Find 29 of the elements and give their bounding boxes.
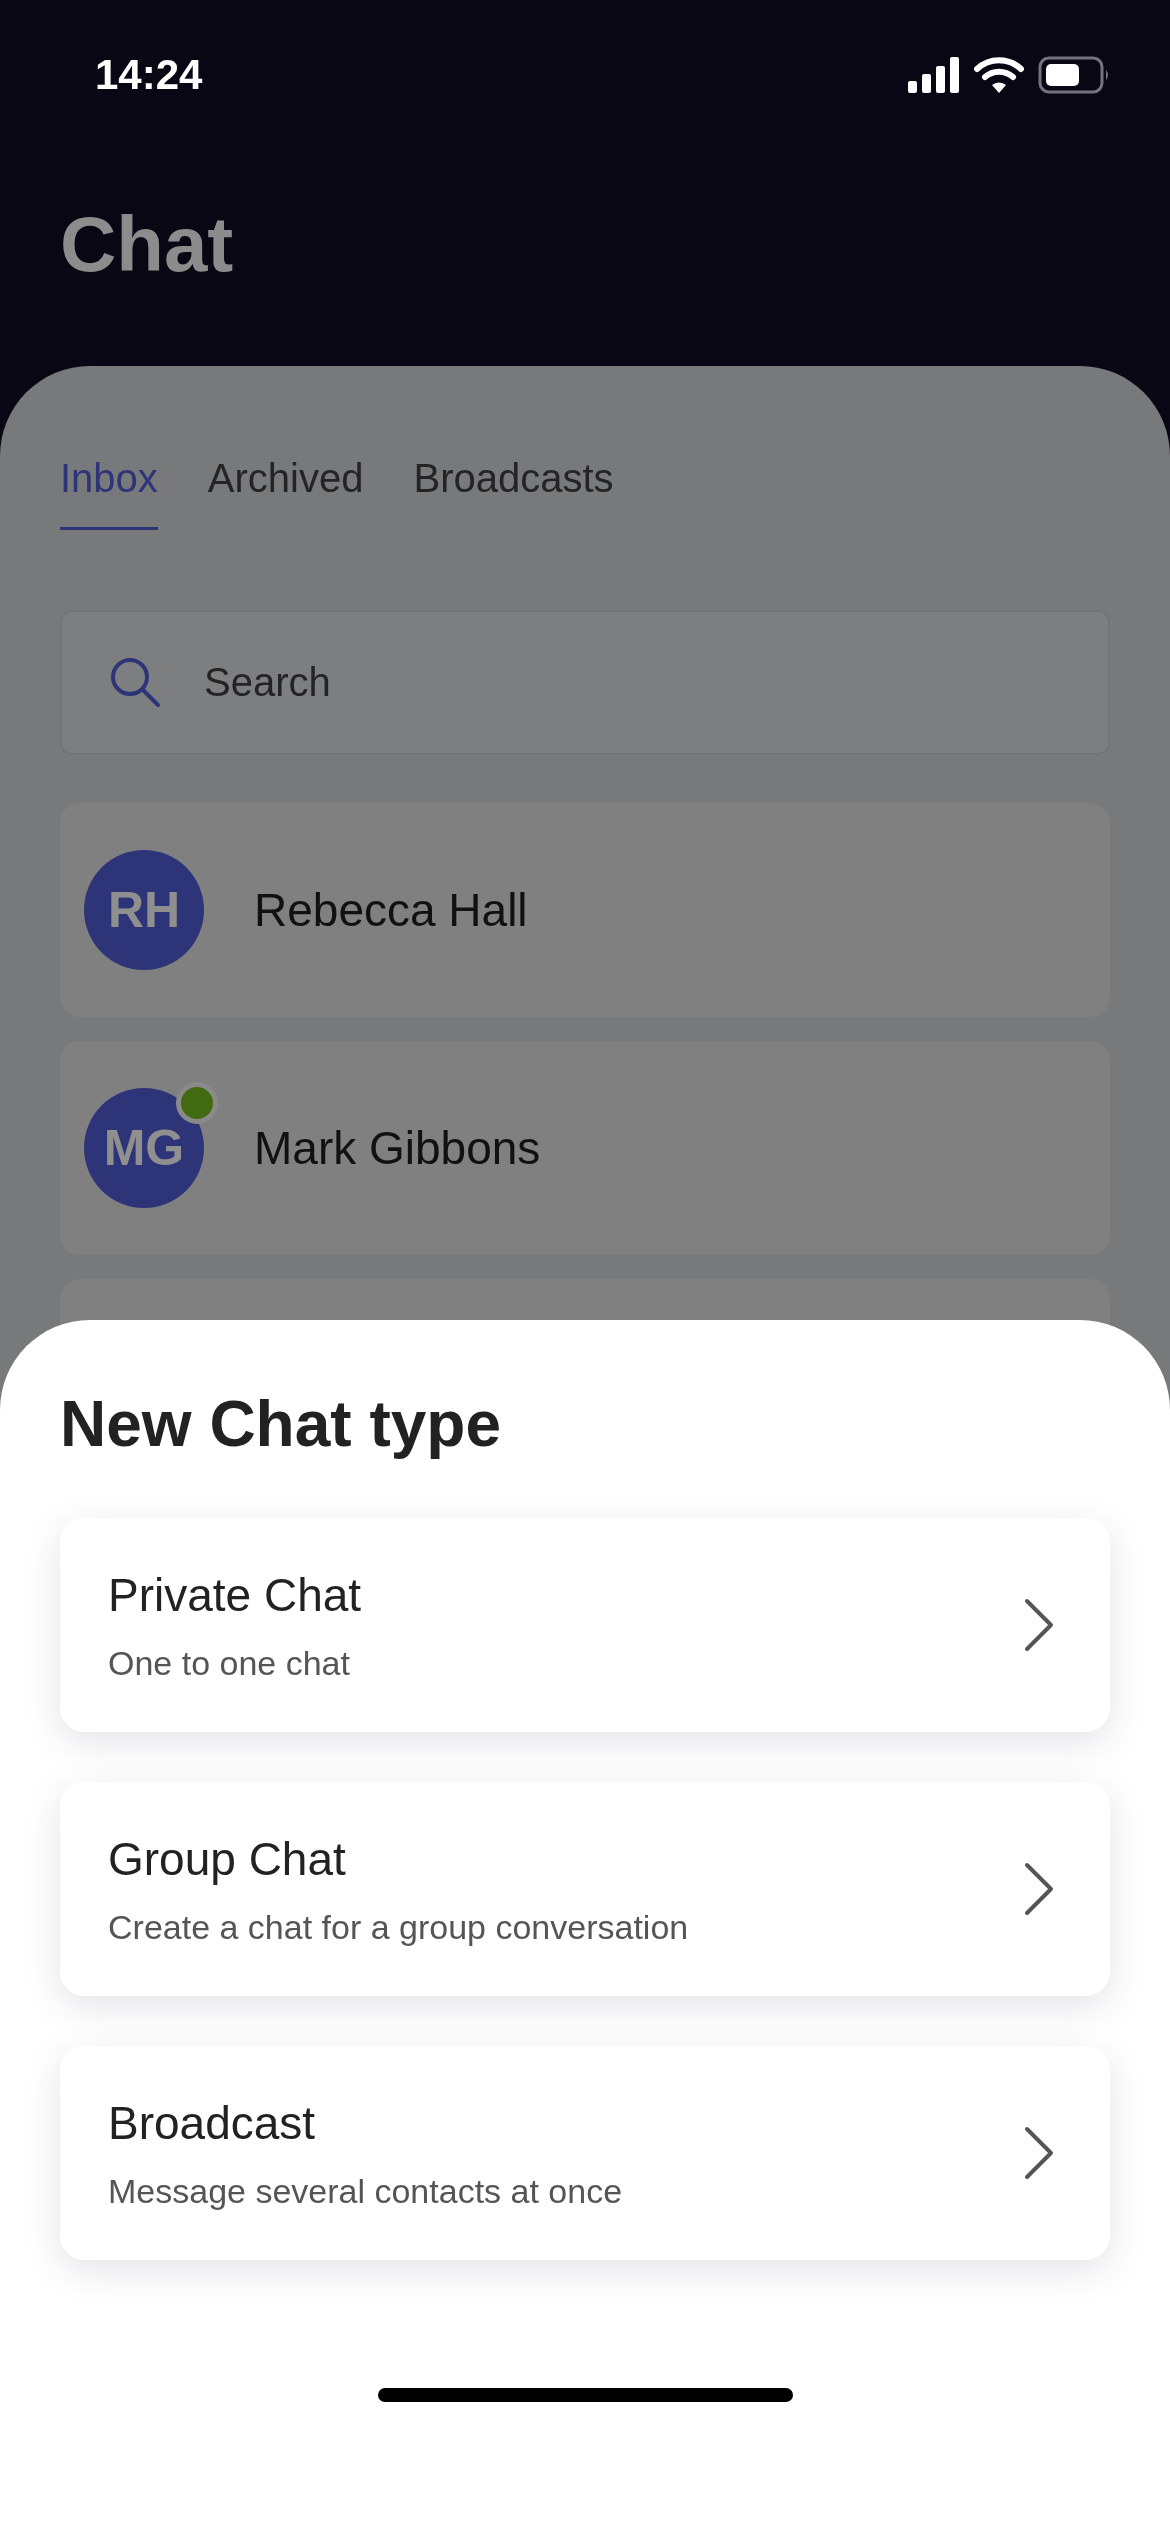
battery-icon bbox=[1038, 56, 1110, 94]
search-icon bbox=[108, 655, 162, 709]
option-title: Private Chat bbox=[108, 1567, 362, 1622]
option-title: Group Chat bbox=[108, 1831, 347, 1886]
chat-type-option[interactable]: Group Chat Create a chat for a group conversation bbox=[60, 1782, 1110, 1996]
option-subtitle: Message several contacts at once bbox=[108, 2171, 623, 2211]
chevron-right-icon bbox=[1024, 2126, 1054, 2180]
chat-type-option[interactable]: Broadcast Message several contacts at once bbox=[60, 2046, 1110, 2260]
chevron-right-icon bbox=[1024, 1598, 1054, 1652]
option-title: Broadcast bbox=[108, 2095, 317, 2150]
search-field[interactable]: Search bbox=[60, 610, 1110, 755]
tab[interactable]: Archived bbox=[207, 456, 364, 530]
avatar: RH bbox=[84, 850, 204, 970]
page-title: Chat bbox=[60, 199, 235, 290]
contact-name: Rebecca Hall bbox=[254, 883, 528, 937]
tab[interactable]: Broadcasts bbox=[413, 456, 614, 530]
tab[interactable]: Inbox bbox=[60, 456, 158, 530]
wifi-icon bbox=[974, 56, 1024, 94]
sheet-title: New Chat type bbox=[60, 1387, 502, 1462]
avatar: MG bbox=[84, 1088, 204, 1208]
status-time: 14:24 bbox=[95, 51, 203, 99]
option-subtitle: Create a chat for a group conversation bbox=[108, 1907, 689, 1947]
chevron-right-icon bbox=[1024, 1862, 1054, 1916]
chat-row[interactable]: RH Rebecca Hall bbox=[60, 803, 1110, 1017]
option-subtitle: One to one chat bbox=[108, 1643, 351, 1683]
chat-row[interactable]: MG Mark Gibbons bbox=[60, 1041, 1110, 1255]
chat-type-option[interactable]: Private Chat One to one chat bbox=[60, 1518, 1110, 1732]
signal-icon bbox=[908, 57, 960, 93]
contact-name: Mark Gibbons bbox=[254, 1121, 541, 1175]
